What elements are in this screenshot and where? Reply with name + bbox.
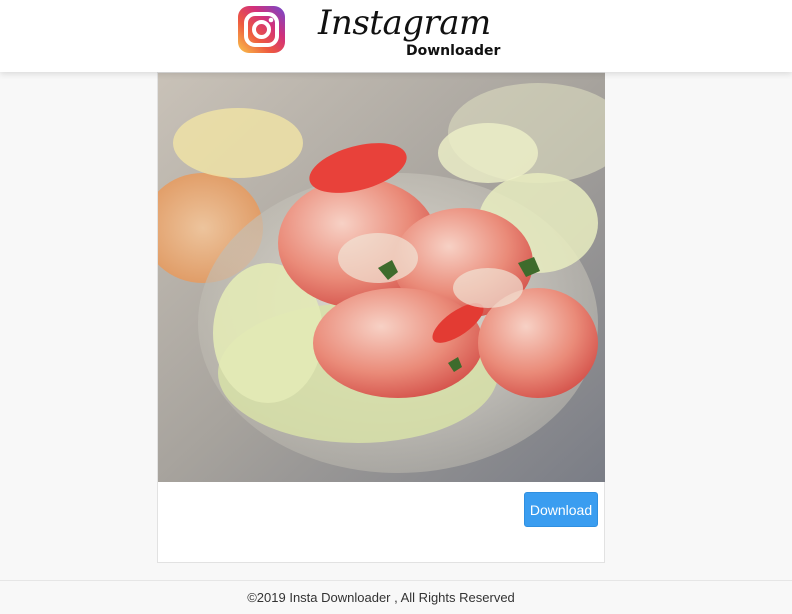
instagram-logo-icon[interactable] — [237, 5, 286, 54]
site-header: Instagram Downloader — [0, 0, 792, 72]
footer-divider — [0, 580, 792, 581]
brand-title: Instagram — [318, 3, 491, 43]
brand-subtitle: Downloader — [406, 43, 501, 59]
post-image — [158, 73, 605, 482]
footer-copyright: ©2019 Insta Downloader , All Rights Rese… — [247, 590, 515, 605]
post-card: Download — [157, 72, 605, 563]
download-button[interactable]: Download — [524, 492, 598, 527]
